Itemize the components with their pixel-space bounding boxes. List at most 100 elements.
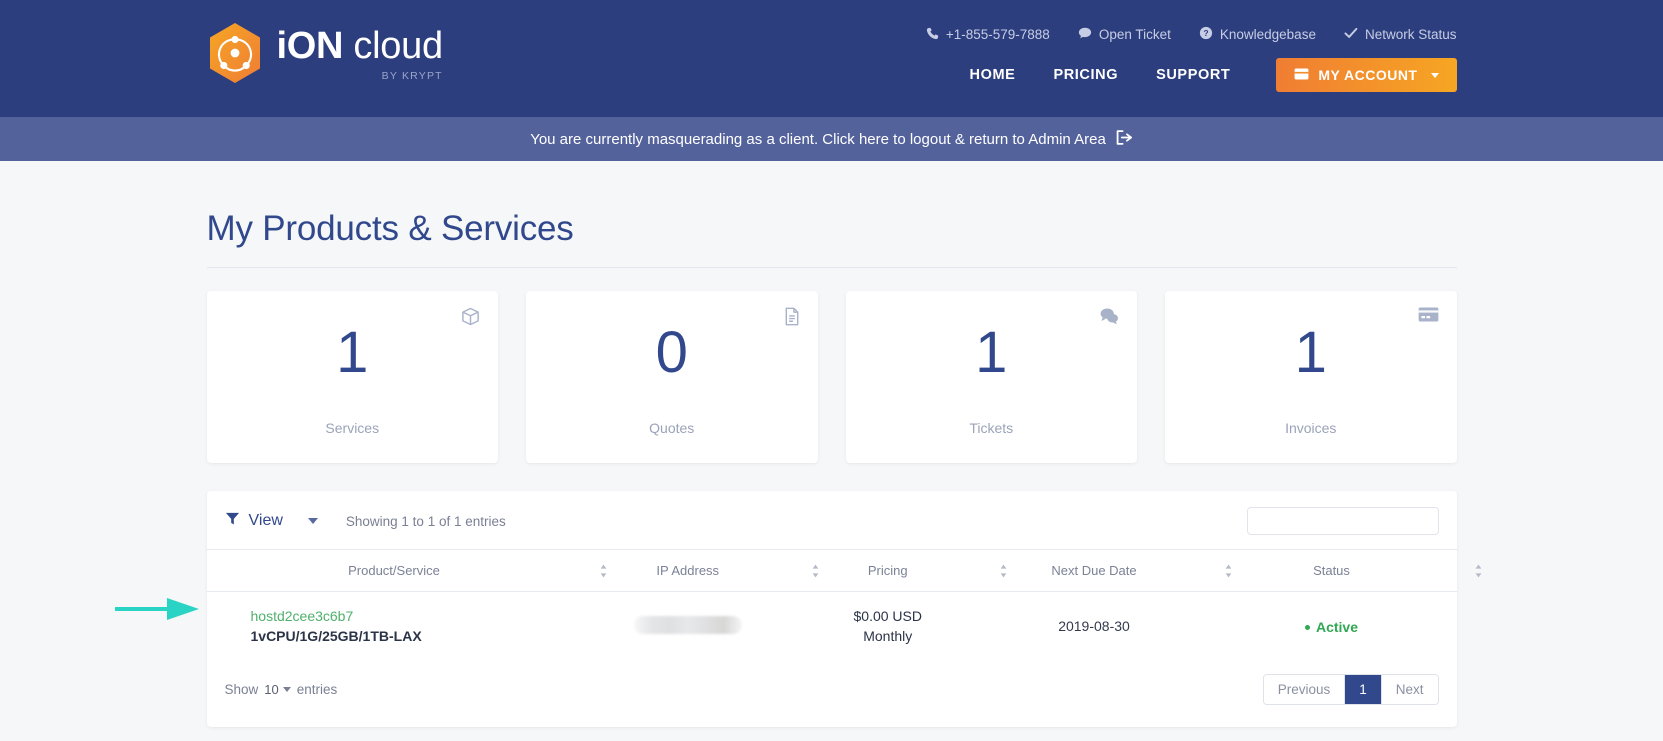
ip-address-redacted: [634, 616, 742, 634]
pagination-next-button[interactable]: Next: [1382, 675, 1438, 704]
show-entries-control: Show 10 entries: [225, 682, 338, 697]
page-title: My Products & Services: [207, 161, 1457, 268]
annotation-arrow-icon: [115, 596, 201, 625]
view-filter-label: View: [249, 512, 283, 530]
stat-value-quotes: 0: [656, 324, 688, 382]
brand-name-cloud: cloud: [343, 25, 443, 67]
sign-out-icon: [1116, 130, 1133, 149]
ion-cloud-hexagon-icon: [207, 22, 263, 84]
column-label-status: Status: [1313, 563, 1350, 578]
brand-name-ion: iON: [277, 25, 344, 67]
masquerade-message: You are currently masquerading as a clie…: [530, 131, 1106, 148]
price-billing-cycle: Monthly: [804, 628, 972, 644]
cell-status: Active: [1207, 592, 1457, 661]
column-header-pricing[interactable]: Pricing: [794, 550, 982, 592]
column-label-ip-address: IP Address: [656, 563, 719, 578]
status-badge: Active: [1305, 619, 1358, 635]
util-nav-phone-label: +1-855-579-7888: [946, 27, 1050, 42]
util-nav-open-ticket-label: Open Ticket: [1099, 27, 1171, 42]
my-account-button[interactable]: MY ACCOUNT: [1276, 58, 1456, 92]
showing-entries-text: Showing 1 to 1 of 1 entries: [346, 514, 506, 529]
stat-value-invoices: 1: [1295, 324, 1327, 382]
column-label-product: Product/Service: [348, 563, 440, 578]
nav-link-support[interactable]: SUPPORT: [1156, 67, 1230, 83]
main-nav: HOME PRICING SUPPORT MY ACCOUNT: [970, 58, 1457, 92]
util-nav-knowledgebase-label: Knowledgebase: [1220, 27, 1316, 42]
brand-tagline: BY KRYPT: [277, 70, 443, 82]
stat-card-tickets[interactable]: 1 Tickets: [846, 291, 1138, 463]
svg-text:?: ?: [1203, 28, 1208, 38]
stat-label-invoices: Invoices: [1285, 420, 1336, 436]
show-label: Show: [225, 682, 259, 697]
util-nav-knowledgebase[interactable]: ? Knowledgebase: [1199, 26, 1316, 43]
table-head: Product/Service: [207, 550, 1457, 592]
search-input[interactable]: [1247, 507, 1439, 535]
comment-icon: [1078, 26, 1092, 43]
wallet-icon: [1294, 67, 1309, 83]
page-body: My Products & Services 1 Services: [0, 161, 1663, 741]
pagination-page-1-button[interactable]: 1: [1345, 675, 1382, 704]
table-row: hostd2cee3c6b7 1vCPU/1G/25GB/1TB-LAX $0.…: [207, 592, 1457, 661]
products-table-panel: View Showing 1 to 1 of 1 entries Product…: [207, 491, 1457, 727]
util-nav-network-status-label: Network Status: [1365, 27, 1457, 42]
status-label: Active: [1316, 619, 1358, 635]
question-circle-icon: ?: [1199, 26, 1213, 43]
sort-icon-status: [1474, 564, 1483, 578]
entries-value: 10: [264, 682, 278, 697]
column-header-next-due-date[interactable]: Next Due Date: [982, 550, 1207, 592]
price-amount: $0.00 USD: [804, 608, 972, 624]
table-footer: Show 10 entries Previous 1 Next: [207, 660, 1457, 721]
chevron-down-icon: [1431, 73, 1439, 78]
stat-cards-row: 1 Services 0 Quotes: [207, 291, 1457, 463]
stat-label-tickets: Tickets: [969, 420, 1013, 436]
product-service-link[interactable]: hostd2cee3c6b7: [251, 608, 572, 624]
entries-label: entries: [297, 682, 338, 697]
status-dot-icon: [1305, 625, 1310, 630]
my-account-label: MY ACCOUNT: [1318, 67, 1417, 83]
masquerade-banner[interactable]: You are currently masquerading as a clie…: [0, 117, 1663, 161]
chevron-down-icon: [283, 687, 291, 692]
util-nav-phone[interactable]: +1-855-579-7888: [926, 27, 1050, 43]
cell-ip-address: [582, 592, 795, 661]
cell-pricing: $0.00 USD Monthly: [794, 592, 982, 661]
check-icon: [1344, 27, 1358, 42]
site-header: iON cloud BY KRYPT +1-855-579-7888: [0, 0, 1663, 117]
brand-logo[interactable]: iON cloud BY KRYPT: [207, 22, 443, 84]
stat-card-services[interactable]: 1 Services: [207, 291, 499, 463]
filter-funnel-icon: [225, 511, 240, 531]
pagination-previous-button[interactable]: Previous: [1264, 675, 1346, 704]
util-nav-network-status[interactable]: Network Status: [1344, 27, 1457, 42]
cell-product: hostd2cee3c6b7 1vCPU/1G/25GB/1TB-LAX: [207, 592, 582, 661]
stat-label-quotes: Quotes: [649, 420, 694, 436]
phone-icon: [926, 27, 939, 43]
cell-next-due-date: 2019-08-30: [982, 592, 1207, 661]
table-toolbar: View Showing 1 to 1 of 1 entries: [207, 491, 1457, 549]
chevron-down-icon: [308, 518, 318, 524]
column-header-product[interactable]: Product/Service: [207, 550, 582, 592]
table-header-row: Product/Service: [207, 550, 1457, 592]
util-nav-open-ticket[interactable]: Open Ticket: [1078, 26, 1171, 43]
entries-per-page-select[interactable]: 10: [264, 682, 290, 697]
nav-link-pricing[interactable]: PRICING: [1053, 67, 1118, 83]
utility-nav: +1-855-579-7888 Open Ticket ? Knowledg: [926, 26, 1457, 43]
products-table: Product/Service: [207, 549, 1457, 660]
column-header-ip-address[interactable]: IP Address: [582, 550, 795, 592]
file-icon: [784, 307, 800, 331]
comments-icon: [1099, 307, 1119, 330]
nav-link-home[interactable]: HOME: [970, 67, 1016, 83]
box-icon: [461, 307, 480, 331]
stat-value-tickets: 1: [975, 324, 1007, 382]
credit-card-icon: [1418, 307, 1439, 327]
pagination: Previous 1 Next: [1263, 674, 1439, 705]
product-spec-label: 1vCPU/1G/25GB/1TB-LAX: [251, 628, 572, 644]
stat-card-invoices[interactable]: 1 Invoices: [1165, 291, 1457, 463]
column-label-next-due-date: Next Due Date: [1051, 563, 1136, 578]
column-label-pricing: Pricing: [868, 563, 908, 578]
masquerade-link[interactable]: You are currently masquerading as a clie…: [530, 130, 1133, 149]
view-filter-button[interactable]: View: [225, 511, 318, 531]
table-body: hostd2cee3c6b7 1vCPU/1G/25GB/1TB-LAX $0.…: [207, 592, 1457, 661]
column-header-status[interactable]: Status: [1207, 550, 1457, 592]
stat-card-quotes[interactable]: 0 Quotes: [526, 291, 818, 463]
stat-label-services: Services: [325, 420, 379, 436]
stat-value-services: 1: [336, 324, 368, 382]
